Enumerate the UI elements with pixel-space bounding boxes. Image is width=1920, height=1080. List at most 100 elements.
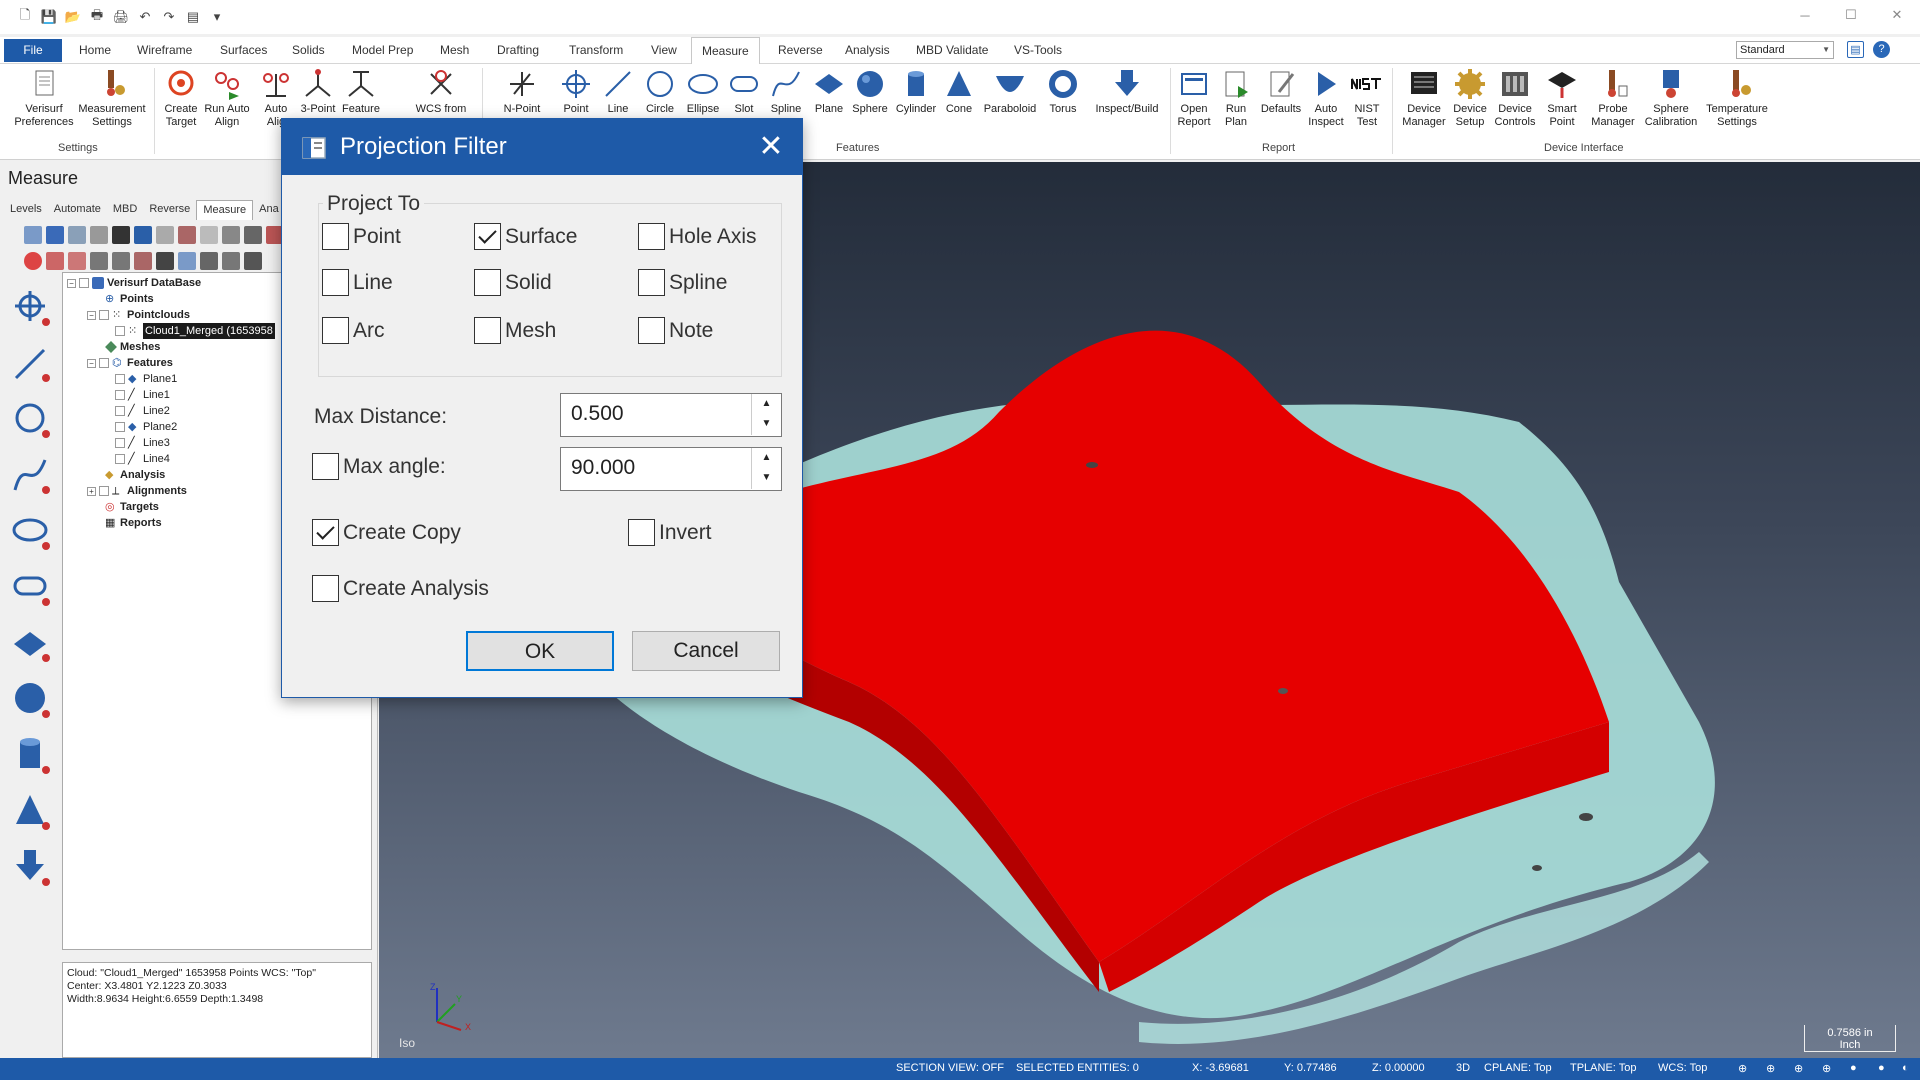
panel-tab-measure[interactable]: Measure: [196, 200, 254, 220]
tab-model-prep[interactable]: Model Prep: [350, 37, 415, 64]
tab-view[interactable]: View: [649, 37, 679, 64]
smart-point-button[interactable]: Smart Point: [1540, 68, 1584, 129]
tree-node-reports[interactable]: ▦ Reports: [105, 515, 162, 531]
close-window-icon[interactable]: ✕: [1874, 0, 1920, 30]
tree-node-line4[interactable]: ╱ Line4: [115, 451, 170, 467]
tag-icon[interactable]: [178, 252, 196, 270]
max-angle-value[interactable]: 90.000: [571, 456, 635, 480]
tab-reverse[interactable]: Reverse: [776, 37, 825, 64]
project-point-checkbox[interactable]: Point: [322, 223, 401, 250]
tree-node-line2[interactable]: ╱ Line2: [115, 403, 170, 419]
tab-surfaces[interactable]: Surfaces: [218, 37, 269, 64]
slot-tool[interactable]: [6, 560, 58, 616]
tab-wireframe[interactable]: Wireframe: [135, 37, 194, 64]
visibility-checkbox[interactable]: [79, 278, 89, 288]
auto-inspect-button[interactable]: Auto Inspect: [1304, 68, 1348, 129]
tab-drafting[interactable]: Drafting: [495, 37, 541, 64]
torus-feature-button[interactable]: Torus: [1042, 68, 1084, 116]
invert-checkbox[interactable]: Invert: [628, 519, 712, 546]
new-file-icon[interactable]: 🗋: [16, 7, 34, 26]
paraboloid-feature-button[interactable]: Paraboloid: [978, 68, 1042, 116]
wcs-small-icon[interactable]: [134, 252, 152, 270]
tree-node-database[interactable]: − Verisurf DataBase: [67, 275, 201, 291]
create-analysis-checkbox[interactable]: Create Analysis: [312, 575, 489, 602]
run-auto-align-button[interactable]: Run Auto Align: [202, 68, 252, 129]
expand-icon[interactable]: +: [87, 486, 96, 496]
visibility-checkbox[interactable]: [115, 454, 125, 464]
tree-node-meshes[interactable]: Meshes: [105, 339, 160, 355]
print-preview-icon[interactable]: 🖨: [112, 8, 130, 26]
globe-icon[interactable]: ⊕: [1738, 1062, 1747, 1075]
visibility-checkbox[interactable]: [99, 486, 109, 496]
n-point-button[interactable]: N-Point: [496, 68, 548, 116]
ok-button[interactable]: OK: [466, 631, 614, 671]
tree-node-analysis[interactable]: ◆ Analysis: [105, 467, 165, 483]
sphere-tool[interactable]: [6, 672, 58, 728]
undo-icon[interactable]: ↶: [136, 8, 154, 26]
nist-test-button[interactable]: NIST Test: [1348, 68, 1386, 129]
target-small-icon[interactable]: [24, 252, 42, 270]
visibility-checkbox[interactable]: [99, 310, 109, 320]
create-copy-checkbox[interactable]: Create Copy: [312, 519, 461, 546]
point-feature-button[interactable]: Point: [556, 68, 596, 116]
export-icon[interactable]: [200, 226, 218, 244]
circle-tool[interactable]: [6, 392, 58, 448]
sphere-shade-icon[interactable]: ●: [1850, 1062, 1857, 1074]
probe-manager-button[interactable]: Probe Manager: [1588, 68, 1638, 129]
tab-mesh[interactable]: Mesh: [438, 37, 471, 64]
maximize-icon[interactable]: ☐: [1828, 0, 1874, 30]
max-distance-spinner[interactable]: 0.500 ▲ ▼: [560, 393, 782, 437]
cone-feature-button[interactable]: Cone: [940, 68, 978, 116]
open-report-button[interactable]: Open Report: [1174, 68, 1214, 129]
cone-tool[interactable]: [6, 784, 58, 840]
visibility-checkbox[interactable]: [115, 438, 125, 448]
close-icon[interactable]: ✕: [750, 127, 792, 167]
project-surface-checkbox[interactable]: Surface: [474, 223, 577, 250]
sphere-feature-button[interactable]: Sphere: [848, 68, 892, 116]
visibility-checkbox[interactable]: [115, 326, 125, 336]
cancel-button[interactable]: Cancel: [632, 631, 780, 671]
tree-node-points[interactable]: ⊕ Points: [105, 291, 154, 307]
verisurf-preferences-button[interactable]: Verisurf Preferences: [12, 68, 76, 129]
spin-down-icon[interactable]: ▼: [752, 468, 781, 488]
tab-analysis[interactable]: Analysis: [843, 37, 892, 64]
list-icon[interactable]: [24, 226, 42, 244]
visibility-checkbox[interactable]: [115, 422, 125, 432]
max-distance-value[interactable]: 0.500: [571, 402, 624, 426]
tab-vs-tools[interactable]: VS-Tools: [1012, 37, 1064, 64]
text-icon[interactable]: [156, 252, 174, 270]
filter-icon[interactable]: [244, 226, 262, 244]
globe-icon[interactable]: ⊕: [1766, 1062, 1775, 1075]
print-icon[interactable]: 🖶: [88, 7, 106, 26]
cplane-status[interactable]: CPLANE: Top: [1484, 1062, 1552, 1074]
project-note-checkbox[interactable]: Note: [638, 317, 713, 344]
project-spline-checkbox[interactable]: Spline: [638, 269, 727, 296]
run-plan-button[interactable]: Run Plan: [1218, 68, 1254, 129]
customize-icon[interactable]: ▾: [208, 8, 226, 26]
plane-feature-button[interactable]: Plane: [808, 68, 850, 116]
tree-node-features[interactable]: − ⌬ Features: [87, 355, 173, 371]
max-angle-checkbox[interactable]: Max angle:: [312, 453, 446, 480]
circle-feature-button[interactable]: Circle: [640, 68, 680, 116]
collapse-icon[interactable]: −: [67, 278, 76, 288]
spin-up-icon[interactable]: ▲: [752, 448, 781, 468]
spin-down-icon[interactable]: ▼: [752, 414, 781, 434]
measurement-settings-button[interactable]: Measurement Settings: [76, 68, 148, 129]
feature-align-small-icon[interactable]: [112, 252, 130, 270]
globe-icon[interactable]: ⊕: [1794, 1062, 1803, 1075]
tree-node-cloud1-merged[interactable]: ⁙ Cloud1_Merged (1653958: [115, 323, 275, 339]
tab-transform[interactable]: Transform: [567, 37, 625, 64]
probe-small-icon[interactable]: [178, 226, 196, 244]
collapse-icon[interactable]: −: [87, 358, 96, 368]
tab-file[interactable]: File: [4, 39, 62, 62]
tree-node-plane2[interactable]: ◆ Plane2: [115, 419, 177, 435]
comment-icon[interactable]: ▤: [1847, 41, 1864, 58]
feature-align-button[interactable]: Feature: [338, 68, 384, 116]
list-view-icon[interactable]: [200, 252, 218, 270]
calculator-icon[interactable]: [156, 226, 174, 244]
3-point-button[interactable]: 3-Point: [296, 68, 340, 116]
tab-home[interactable]: Home: [77, 37, 113, 64]
device-setup-button[interactable]: Device Setup: [1448, 68, 1492, 129]
tab-measure[interactable]: Measure: [691, 37, 760, 65]
tree-node-pointclouds[interactable]: − ⁙ Pointclouds: [87, 307, 190, 323]
